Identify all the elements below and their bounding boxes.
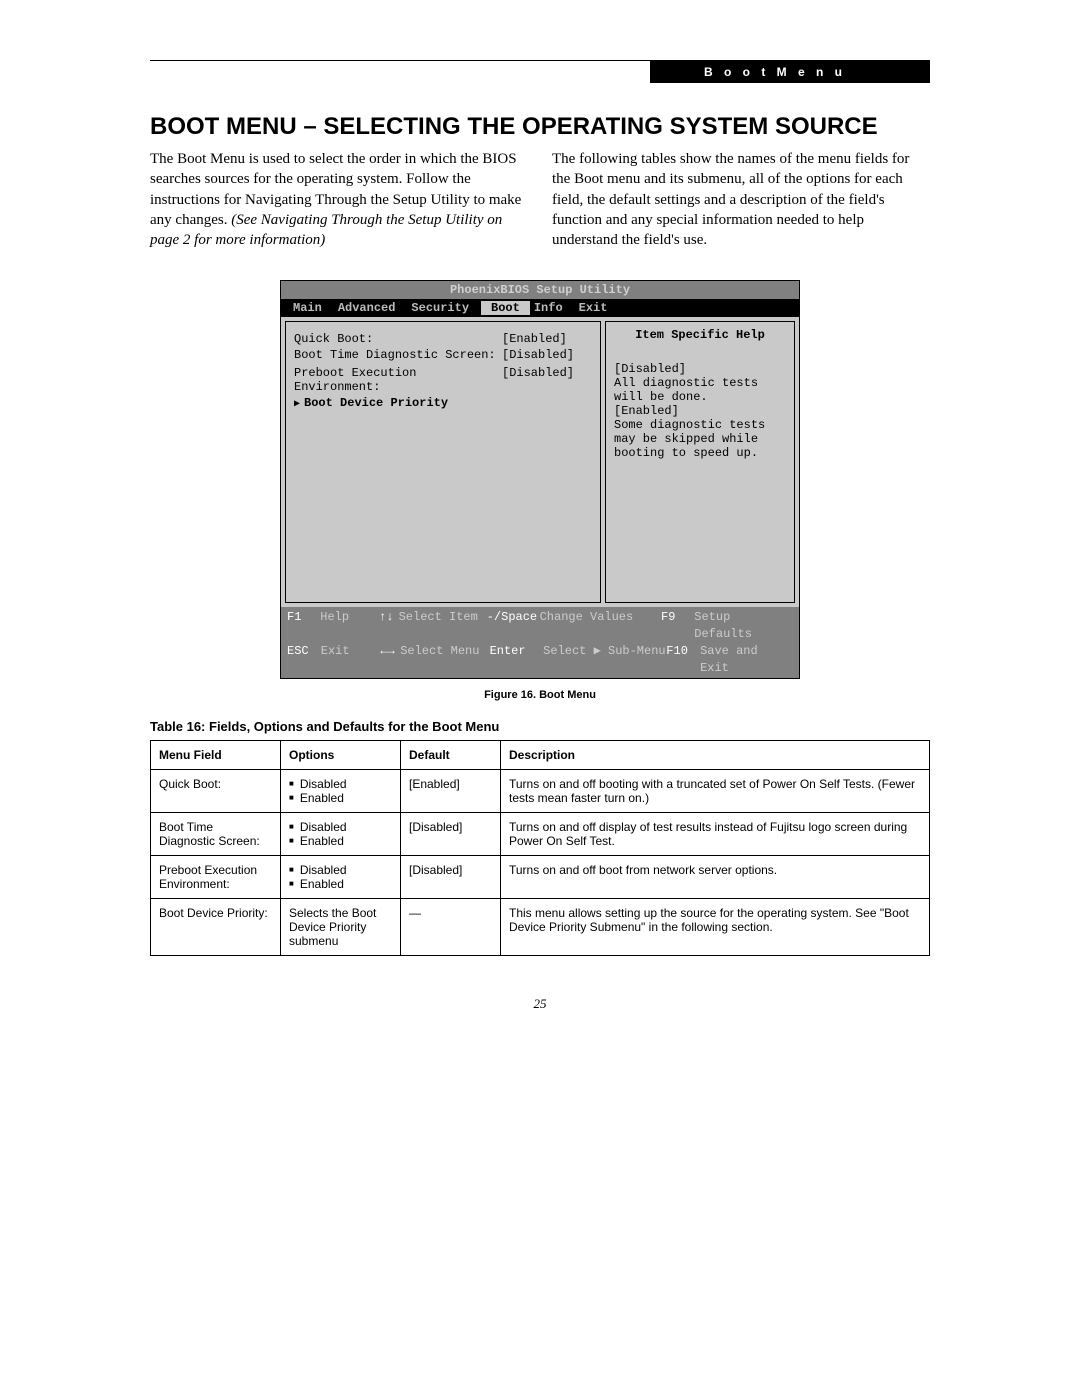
key-esc: ESC: [287, 643, 321, 677]
table-row: Boot Time Diagnostic Screen: Disabled En…: [151, 813, 930, 856]
key-f10: F10: [666, 643, 700, 677]
bios-tab-main[interactable]: Main: [289, 301, 334, 315]
label: Quick Boot:: [294, 332, 502, 346]
label: Preboot Execution Environment:: [294, 366, 502, 394]
bios-tabs: Main Advanced Security Boot Info Exit: [281, 299, 799, 317]
cell-desc: This menu allows setting up the source f…: [501, 899, 930, 956]
bios-screenshot: PhoenixBIOS Setup Utility Main Advanced …: [280, 280, 800, 679]
table-title: Table 16: Fields, Options and Defaults f…: [150, 719, 930, 734]
help-line-7: booting to speed up.: [614, 446, 786, 460]
label-defaults: Setup Defaults: [694, 609, 793, 643]
bios-tab-boot[interactable]: Boot: [481, 301, 530, 315]
value: [Disabled]: [502, 366, 592, 394]
cell-desc: Turns on and off booting with a truncate…: [501, 770, 930, 813]
cell-desc: Turns on and off display of test results…: [501, 813, 930, 856]
page-title: BOOT MENU – SELECTING THE OPERATING SYST…: [150, 113, 930, 141]
label-exit: Exit: [321, 643, 381, 677]
opt: Enabled: [289, 877, 392, 891]
opt: Disabled: [289, 863, 392, 877]
bios-tab-info[interactable]: Info: [530, 301, 575, 315]
key-enter: Enter: [490, 643, 544, 677]
opt: Enabled: [289, 791, 392, 805]
label-select-menu: Select Menu: [400, 643, 489, 677]
cell-field: Preboot Execution Environment:: [151, 856, 281, 899]
help-line-6: may be skipped while: [614, 432, 786, 446]
col-menu-field: Menu Field: [151, 741, 281, 770]
intro-columns: The Boot Menu is used to select the orde…: [150, 149, 930, 250]
cell-default: [Disabled]: [401, 856, 501, 899]
opt: Disabled: [289, 777, 392, 791]
help-line-5: Some diagnostic tests: [614, 418, 786, 432]
label-change-values: Change Values: [540, 609, 661, 643]
bios-main-panel: Quick Boot: [Enabled] Boot Time Diagnost…: [285, 321, 601, 603]
page: B o o t M e n u BOOT MENU – SELECTING TH…: [0, 0, 1080, 1072]
label-help: Help: [320, 609, 379, 643]
table-row: Quick Boot: Disabled Enabled [Enabled] T…: [151, 770, 930, 813]
cell-options: Disabled Enabled: [281, 813, 401, 856]
table-row: Boot Device Priority: Selects the Boot D…: [151, 899, 930, 956]
help-line-4: [Enabled]: [614, 404, 786, 418]
arrows-h-icon: ←→: [380, 643, 400, 677]
cell-desc: Turns on and off boot from network serve…: [501, 856, 930, 899]
header-row: B o o t M e n u: [150, 61, 930, 83]
col-options: Options: [281, 741, 401, 770]
bios-footer: F1 Help ↑↓ Select Item -/Space Change Va…: [281, 607, 799, 678]
figure-caption: Figure 16. Boot Menu: [150, 689, 930, 701]
bios-row-quickboot[interactable]: Quick Boot: [Enabled]: [294, 332, 592, 346]
bios-row-diagscreen[interactable]: Boot Time Diagnostic Screen: [Disabled]: [294, 348, 592, 362]
key-f1: F1: [287, 609, 320, 643]
bios-body: Quick Boot: [Enabled] Boot Time Diagnost…: [281, 317, 799, 607]
opt: Disabled: [289, 820, 392, 834]
cell-default: [Disabled]: [401, 813, 501, 856]
col-description: Description: [501, 741, 930, 770]
help-line-2: will be done.: [614, 390, 786, 404]
bios-tab-advanced[interactable]: Advanced: [334, 301, 408, 315]
cell-field: Boot Time Diagnostic Screen:: [151, 813, 281, 856]
col-default: Default: [401, 741, 501, 770]
options-table: Menu Field Options Default Description Q…: [150, 740, 930, 956]
page-number: 25: [150, 996, 930, 1012]
help-title: Item Specific Help: [614, 328, 786, 342]
value: [Disabled]: [502, 348, 592, 362]
help-line-0: [Disabled]: [614, 362, 786, 376]
header-badge: B o o t M e n u: [650, 61, 930, 83]
label-submenu: Select ▶ Sub-Menu: [543, 643, 666, 677]
bios-tab-exit[interactable]: Exit: [575, 301, 620, 315]
table-row: Preboot Execution Environment: Disabled …: [151, 856, 930, 899]
bios-title: PhoenixBIOS Setup Utility: [281, 281, 799, 299]
cell-options: Disabled Enabled: [281, 770, 401, 813]
cell-options: Disabled Enabled: [281, 856, 401, 899]
cell-default: [Enabled]: [401, 770, 501, 813]
arrows-v-icon: ↑↓: [379, 609, 399, 643]
bios-help-panel: Item Specific Help [Disabled] All diagno…: [605, 321, 795, 603]
value: [Enabled]: [502, 332, 592, 346]
label: Boot Time Diagnostic Screen:: [294, 348, 502, 362]
help-line-1: All diagnostic tests: [614, 376, 786, 390]
bios-row-pxe[interactable]: Preboot Execution Environment: [Disabled…: [294, 366, 592, 394]
table-header-row: Menu Field Options Default Description: [151, 741, 930, 770]
cell-options: Selects the Boot Device Priority submenu: [281, 899, 401, 956]
cell-field: Quick Boot:: [151, 770, 281, 813]
cell-field: Boot Device Priority:: [151, 899, 281, 956]
submenu-label: Boot Device Priority: [294, 396, 592, 410]
bios-tab-security[interactable]: Security: [407, 301, 481, 315]
cell-default: —: [401, 899, 501, 956]
intro-right: The following tables show the names of t…: [552, 149, 930, 250]
key-space: -/Space: [487, 609, 540, 643]
key-f9: F9: [661, 609, 694, 643]
label-save: Save and Exit: [700, 643, 793, 677]
bios-row-submenu[interactable]: Boot Device Priority: [294, 396, 592, 410]
opt: Enabled: [289, 834, 392, 848]
intro-left: The Boot Menu is used to select the orde…: [150, 149, 528, 250]
label-select-item: Select Item: [399, 609, 487, 643]
